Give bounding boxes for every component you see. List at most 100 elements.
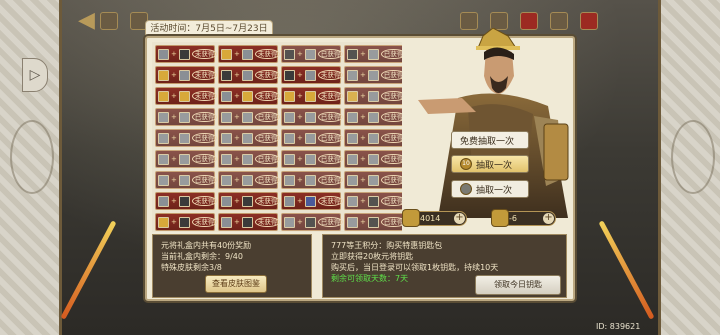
reward-item-icon [221, 216, 232, 228]
reward-item-icon [367, 216, 379, 228]
reward-cell[interactable]: + 已获得 [218, 129, 281, 147]
reward-cell[interactable]: + 已获得 [344, 192, 402, 210]
plus-icon: + [297, 175, 303, 184]
reward-item-icon [178, 132, 190, 144]
reward-cell[interactable]: + 已获得 [344, 87, 402, 105]
reward-cell[interactable]: + 已获得 [281, 108, 344, 126]
reward-cell[interactable]: + 未获得 [155, 45, 218, 63]
reward-item-icon [241, 174, 253, 186]
reward-item-icon [158, 195, 169, 207]
reward-item-icon [284, 132, 295, 144]
back-arrow-icon[interactable]: ◀ [78, 8, 95, 33]
reward-item-icon [158, 174, 169, 186]
reward-item-icon [178, 216, 190, 228]
reward-status-stamp: 已获得 [254, 174, 281, 186]
reward-item-icon [304, 216, 316, 228]
reward-cell[interactable]: + 未获得 [281, 192, 344, 210]
reward-cell[interactable]: + 未获得 [218, 192, 281, 210]
reward-item-icon [367, 174, 379, 186]
reward-cell[interactable]: + 未获得 [218, 87, 281, 105]
key-pack-line1: 777等王积分：购买特惠钥匙包 [331, 241, 443, 250]
menu-icon-1[interactable] [100, 12, 118, 30]
reward-cell[interactable]: + 已获得 [218, 171, 281, 189]
plus-icon: + [360, 70, 366, 79]
reward-cell[interactable]: + 未获得 [218, 213, 281, 231]
reward-cell[interactable]: + 已获得 [155, 129, 218, 147]
free-pull-button[interactable]: 免费抽取一次 [451, 131, 529, 149]
reward-cell[interactable]: + 已获得 [218, 108, 281, 126]
reward-grid: + 未获得 + 未获得 + 已获得 + 已获得 + 未获得 + 未获得 + 未获得 + 已获得 + 未获得 + 未获得… [152, 42, 402, 232]
add-gold-button[interactable]: + [454, 213, 465, 224]
reward-item-icon [347, 153, 358, 165]
reward-cell[interactable]: + 未获得 [155, 66, 218, 84]
reward-item-icon [241, 111, 253, 123]
reward-cell[interactable]: + 已获得 [344, 213, 402, 231]
reward-status-stamp: 未获得 [317, 195, 344, 207]
reward-cell[interactable]: + 已获得 [281, 150, 344, 168]
reward-item-icon [284, 90, 295, 102]
currency-gold: 4014 + [402, 209, 467, 227]
reward-cell[interactable]: + 已获得 [281, 129, 344, 147]
reward-cell[interactable]: + 未获得 [155, 192, 218, 210]
plus-icon: + [234, 112, 240, 121]
reward-cell[interactable]: + 已获得 [281, 45, 344, 63]
reward-cell[interactable]: + 未获得 [155, 213, 218, 231]
reward-cell[interactable]: + 已获得 [344, 108, 402, 126]
reward-item-icon [367, 195, 379, 207]
plus-icon: + [171, 154, 177, 163]
reward-status-stamp: 未获得 [254, 90, 281, 102]
reward-item-icon [284, 174, 295, 186]
reward-status-stamp: 未获得 [191, 216, 218, 228]
reward-item-icon [158, 153, 169, 165]
claim-daily-key-button[interactable]: 领取今日钥匙 [475, 275, 561, 295]
plus-icon: + [171, 91, 177, 100]
reward-item-icon [221, 174, 232, 186]
reward-item-icon [347, 111, 358, 123]
reward-cell[interactable]: + 未获得 [218, 66, 281, 84]
reward-cell[interactable]: + 已获得 [344, 129, 402, 147]
reward-cell[interactable]: + 未获得 [281, 87, 344, 105]
reward-item-icon [367, 69, 379, 81]
reward-item-icon [347, 174, 358, 186]
reward-cell[interactable]: + 已获得 [155, 108, 218, 126]
reward-item-icon [367, 90, 379, 102]
reward-item-icon [158, 48, 169, 60]
reward-item-icon [284, 111, 295, 123]
reward-cell[interactable]: + 已获得 [218, 150, 281, 168]
expand-side-menu-button[interactable]: ▷ [22, 58, 48, 92]
reward-item-icon [158, 69, 169, 81]
plus-icon: + [171, 175, 177, 184]
reward-item-icon [221, 132, 232, 144]
reward-cell[interactable]: + 已获得 [344, 45, 402, 63]
view-skin-gallery-button[interactable]: 查看皮肤图鉴 [205, 275, 267, 293]
reward-cell[interactable]: + 未获得 [281, 66, 344, 84]
add-key-button[interactable]: + [543, 213, 554, 224]
reward-cell[interactable]: + 已获得 [344, 66, 402, 84]
plus-icon: + [360, 112, 366, 121]
currency-key: -6 + [491, 209, 556, 227]
reward-cell[interactable]: + 已获得 [281, 171, 344, 189]
plus-icon: + [360, 49, 366, 58]
reward-item-icon [241, 216, 253, 228]
reward-item-icon [178, 174, 190, 186]
reward-cell[interactable]: + 已获得 [281, 213, 344, 231]
reward-status-stamp: 未获得 [254, 216, 281, 228]
reward-item-icon [221, 69, 232, 81]
reward-status-stamp: 已获得 [191, 132, 218, 144]
reward-item-icon [367, 111, 379, 123]
single-pull-button[interactable]: 抽取一次 [451, 180, 529, 198]
ten-pull-button[interactable]: 10 抽取一次 [451, 155, 529, 173]
reward-cell[interactable]: + 未获得 [218, 45, 281, 63]
reward-item-icon [284, 69, 295, 81]
reward-grid-scroll[interactable]: + 未获得 + 未获得 + 已获得 + 已获得 + 未获得 + 未获得 + 未获得 + 已获得 + 未获得 + 未获得… [152, 42, 402, 232]
reward-status-stamp: 未获得 [317, 69, 344, 81]
plus-icon: + [234, 217, 240, 226]
plus-icon: + [297, 196, 303, 205]
reward-item-icon [221, 195, 232, 207]
reward-cell[interactable]: + 已获得 [155, 150, 218, 168]
reward-cell[interactable]: + 未获得 [155, 87, 218, 105]
reward-cell[interactable]: + 已获得 [155, 171, 218, 189]
reward-item-icon [221, 153, 232, 165]
reward-cell[interactable]: + 已获得 [344, 150, 402, 168]
reward-cell[interactable]: + 已获得 [344, 171, 402, 189]
